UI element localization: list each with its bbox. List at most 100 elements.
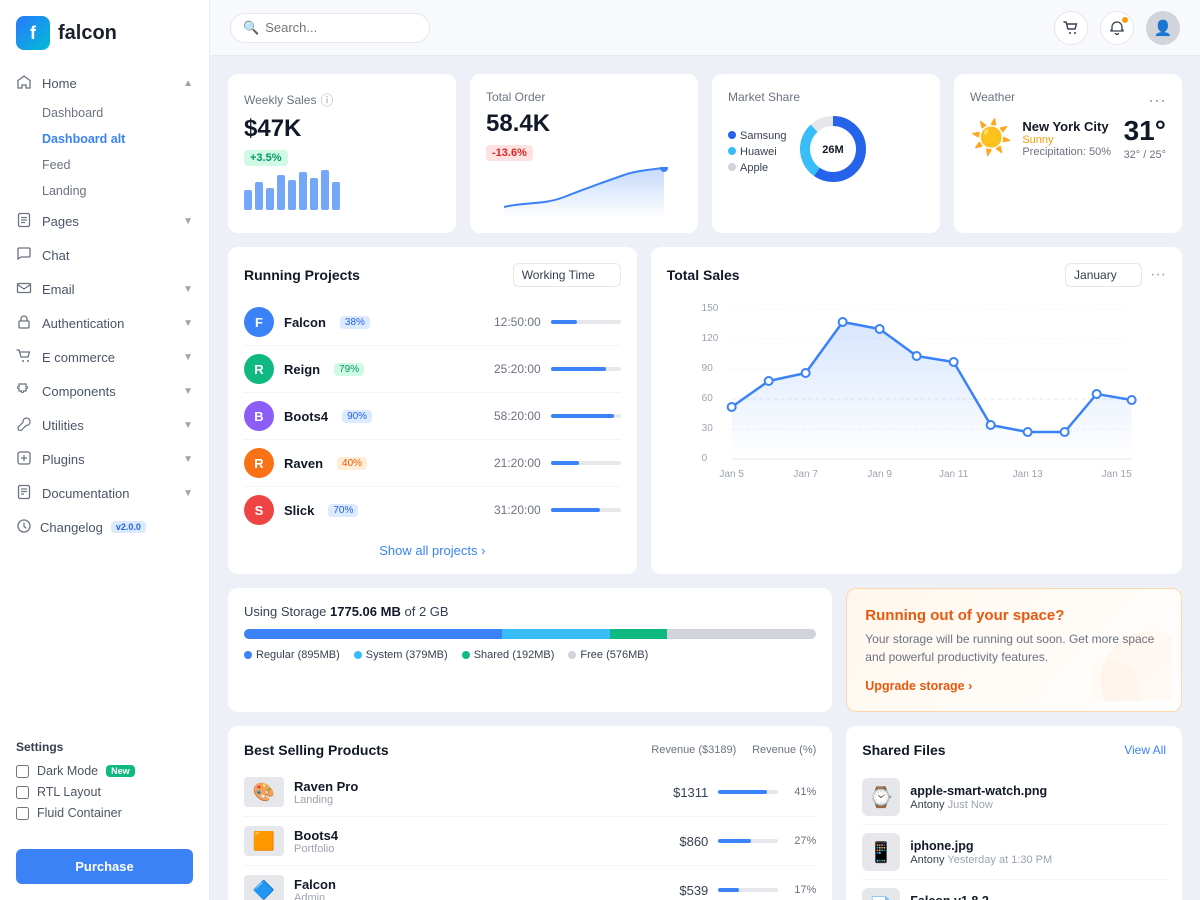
chevron-icon: ▼: [183, 420, 193, 431]
sidebar-subitem-dashboard-alt[interactable]: Dashboard alt: [0, 126, 209, 152]
svg-text:Jan 15: Jan 15: [1101, 469, 1131, 480]
product-info: Boots4 Portfolio: [294, 828, 338, 855]
project-name: Boots4: [284, 409, 328, 424]
total-order-badge: -13.6%: [486, 145, 533, 161]
sidebar-item-utilities[interactable]: Utilities ▼: [0, 408, 209, 442]
sidebar-subitem-landing[interactable]: Landing: [0, 178, 209, 204]
sidebar-item-components[interactable]: Components ▼: [0, 374, 209, 408]
brand-name: falcon: [58, 22, 117, 45]
search-icon: 🔍: [243, 20, 259, 36]
fluid-checkbox[interactable]: [16, 807, 29, 820]
purchase-button[interactable]: Purchase: [16, 849, 193, 884]
upgrade-link[interactable]: Upgrade storage ›: [865, 679, 972, 693]
bar-6: [299, 172, 307, 210]
weather-temp: 31°: [1124, 115, 1166, 147]
weather-header: Weather ···: [970, 90, 1166, 111]
svg-text:0: 0: [701, 453, 707, 464]
rtl-label: RTL Layout: [37, 785, 101, 799]
project-progress: [551, 461, 621, 465]
show-all-projects-link[interactable]: Show all projects ›: [244, 543, 621, 558]
sidebar-item-email[interactable]: Email ▼: [0, 272, 209, 306]
topbar: 🔍 👤: [210, 0, 1200, 56]
logo[interactable]: f falcon: [0, 0, 209, 62]
market-legend: Samsung Huawei Apple: [728, 130, 786, 174]
legend-free: Free (576MB): [568, 649, 648, 661]
sidebar-item-authentication[interactable]: Authentication ▼: [0, 306, 209, 340]
sidebar-item-docs[interactable]: Documentation ▼: [0, 476, 209, 510]
project-time: 58:20:00: [471, 409, 541, 423]
project-progress: [551, 320, 621, 324]
sidebar-item-util-label: Utilities: [42, 418, 84, 433]
main-content: Weekly Sales ⓘ $47K +3.5% Total Order: [210, 56, 1200, 900]
sidebar-item-comp-label: Components: [42, 384, 116, 399]
rtl-checkbox[interactable]: [16, 786, 29, 799]
dot-shared: [462, 651, 470, 659]
market-share-card: Market Share Samsung Huawei Apple 26M: [712, 74, 940, 233]
weather-more-btn[interactable]: ···: [1148, 90, 1166, 111]
sidebar-item-plugins[interactable]: Plugins ▼: [0, 442, 209, 476]
svg-text:60: 60: [701, 393, 713, 404]
dark-mode-option[interactable]: Dark Mode New: [16, 764, 193, 778]
running-projects-header: Running Projects Working Time: [244, 263, 621, 287]
running-projects-title: Running Projects: [244, 267, 360, 283]
product-info: Raven Pro Landing: [294, 779, 358, 806]
logo-icon: f: [16, 16, 50, 50]
sales-filter[interactable]: January: [1065, 263, 1142, 287]
file-name: iphone.jpg: [910, 839, 1052, 853]
product-name: Boots4: [294, 828, 338, 843]
sidebar-item-home[interactable]: Home ▲: [0, 66, 209, 100]
project-pct: 40%: [337, 457, 367, 470]
bar-7: [310, 178, 318, 210]
notification-icon-btn[interactable]: [1100, 11, 1134, 45]
weather-title: Weather: [970, 90, 1015, 104]
sidebar-item-chat[interactable]: Chat: [0, 238, 209, 272]
sidebar-subitem-dashboard[interactable]: Dashboard: [0, 100, 209, 126]
running-projects-card: Running Projects Working Time F Falcon 3…: [228, 247, 637, 574]
svg-text:90: 90: [701, 363, 713, 374]
dark-mode-checkbox[interactable]: [16, 765, 29, 778]
sidebar-item-auth-label: Authentication: [42, 316, 124, 331]
search-input[interactable]: [265, 20, 405, 35]
sidebar-item-plugin-label: Plugins: [42, 452, 85, 467]
bar-8: [321, 170, 329, 210]
legend-samsung: Samsung: [728, 130, 786, 142]
file-name: apple-smart-watch.png: [910, 784, 1047, 798]
sidebar-item-ecommerce[interactable]: E commerce ▼: [0, 340, 209, 374]
best-selling-card: Best Selling Products Revenue ($3189) Re…: [228, 726, 832, 900]
product-pct: 41%: [788, 786, 816, 798]
project-row: B Boots4 90% 58:20:00: [244, 393, 621, 440]
storage-card: Using Storage 1775.06 MB of 2 GB Regular…: [228, 588, 832, 712]
bar-9: [332, 182, 340, 210]
product-name: Falcon: [294, 877, 336, 892]
home-icon: [16, 74, 34, 92]
weather-icon: ☀️: [970, 118, 1012, 158]
project-name: Slick: [284, 503, 314, 518]
bar-3: [266, 188, 274, 210]
total-sales-more[interactable]: ···: [1150, 266, 1166, 284]
svg-text:Jan 5: Jan 5: [719, 469, 744, 480]
product-bar: [718, 790, 778, 794]
sidebar-item-changelog[interactable]: Changelog v2.0.0: [0, 510, 209, 544]
fluid-option[interactable]: Fluid Container: [16, 806, 193, 820]
user-avatar[interactable]: 👤: [1146, 11, 1180, 45]
product-pct: 17%: [788, 884, 816, 896]
sales-chart-svg: 150 120 90 60 30 0: [667, 299, 1166, 499]
project-avatar: R: [244, 354, 274, 384]
weather-precip: Precipitation: 50%: [1022, 146, 1111, 158]
rtl-option[interactable]: RTL Layout: [16, 785, 193, 799]
cart-icon-btn[interactable]: [1054, 11, 1088, 45]
projects-filter[interactable]: Working Time: [513, 263, 621, 287]
fluid-label: Fluid Container: [37, 806, 122, 820]
info-icon: ⓘ: [320, 90, 333, 109]
search-box[interactable]: 🔍: [230, 13, 430, 43]
sidebar-subitem-feed[interactable]: Feed: [0, 152, 209, 178]
sidebar-item-pages[interactable]: Pages ▼: [0, 204, 209, 238]
doc-icon: [16, 484, 34, 502]
bar-2: [255, 182, 263, 210]
storage-free: [667, 629, 816, 639]
view-all-link[interactable]: View All: [1124, 743, 1166, 757]
projects-list: F Falcon 38% 12:50:00 R Reign 79% 25:20:…: [244, 299, 621, 533]
file-row: 📄 Falcon v1.8.2 Jane 27 Sep at 10:30 AM: [862, 880, 1166, 900]
sidebar-item-docs-label: Documentation: [42, 486, 129, 501]
project-avatar: B: [244, 401, 274, 431]
